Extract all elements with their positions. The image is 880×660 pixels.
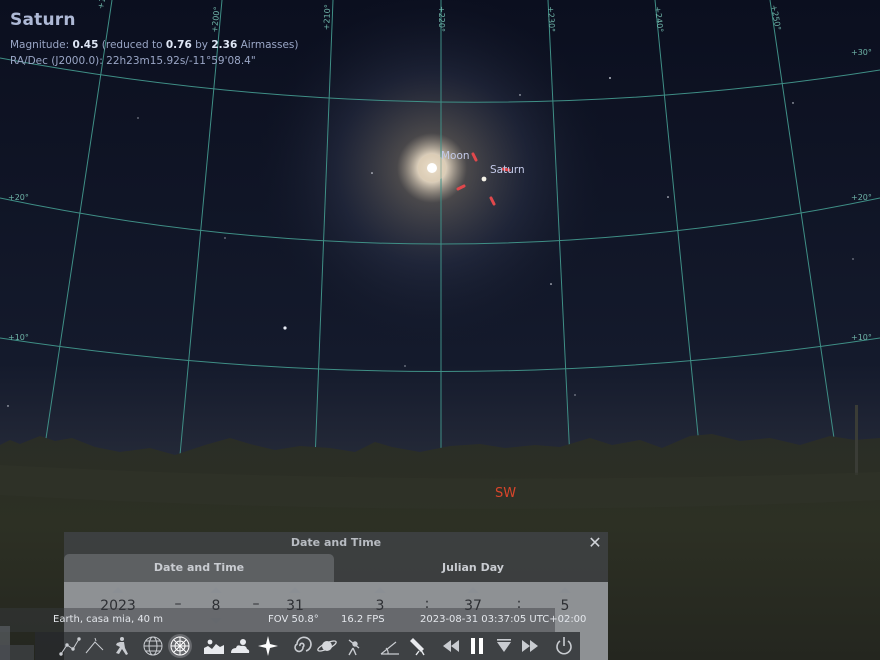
constellation-labels-icon[interactable] (83, 634, 107, 658)
status-bar: Earth, casa mia, 40 m FOV 50.8° 16.2 FPS… (0, 608, 586, 632)
star (519, 94, 521, 96)
star (224, 237, 226, 239)
bottom-toolbar (35, 632, 580, 660)
airmass-value: 2.36 (211, 39, 238, 51)
magnitude-value: 0.45 (72, 39, 99, 51)
moon-label: Moon (441, 150, 470, 162)
magnitude-label: Magnitude: (10, 39, 73, 51)
cardinal-sw: SW (495, 486, 517, 501)
fov-text: FOV 50.8° (268, 614, 319, 625)
object-info-panel: Saturn Magnitude: 0.45 (reduced to 0.76 … (10, 10, 298, 67)
grid-label-dec: +20° (851, 193, 872, 202)
landscape-pole (855, 405, 858, 475)
increment-arrow-icon[interactable] (210, 587, 222, 593)
radec-line: RA/Dec (J2000.0): 22h23m15.92s/-11°59'08… (10, 55, 256, 67)
star (404, 365, 406, 367)
equatorial-grid-icon[interactable] (141, 634, 165, 658)
increment-arrow-icon[interactable] (289, 587, 301, 593)
saturn[interactable] (481, 176, 487, 182)
magnitude-line: Magnitude: 0.45 (reduced to 0.76 by 2.36… (10, 39, 298, 51)
forward-icon[interactable] (518, 634, 542, 658)
grid-label-ra: +230° (546, 6, 557, 33)
star (550, 283, 552, 285)
realtime-icon[interactable] (492, 634, 516, 658)
constellation-lines-icon[interactable] (58, 634, 82, 658)
increment-arrow-icon[interactable] (467, 587, 479, 593)
bottom-bar-handle[interactable] (0, 645, 34, 660)
grid-label-dec: +10° (8, 333, 29, 342)
increment-arrow-icon[interactable] (559, 587, 571, 593)
cardinal-points-icon[interactable] (256, 634, 280, 658)
star (792, 102, 794, 104)
dialog-title[interactable]: Date and Time (64, 532, 608, 554)
equatorial-mount-icon[interactable] (343, 634, 367, 658)
star (852, 258, 854, 260)
fps-text: 16.2 FPS (341, 614, 385, 625)
saturn-label: Saturn (490, 164, 525, 176)
quit-icon[interactable] (552, 634, 576, 658)
star (283, 326, 287, 330)
constellation-art-icon[interactable] (108, 634, 132, 658)
grid-label-dec: +20° (8, 193, 29, 202)
star (574, 394, 576, 396)
grid-label-ra: +220° (437, 6, 446, 32)
increment-arrow-icon[interactable] (112, 587, 124, 593)
pause-icon[interactable] (465, 634, 489, 658)
star (7, 405, 9, 407)
datetime-text[interactable]: 2023-08-31 03:37:05 UTC+02:00 (420, 614, 586, 625)
reduced-value: 0.76 (165, 39, 192, 51)
star (371, 172, 373, 174)
reduced-prefix: (reduced to (98, 39, 166, 51)
planet-labels-icon[interactable] (315, 634, 339, 658)
ground-icon[interactable] (202, 634, 226, 658)
tab-julian-day[interactable]: Julian Day (338, 554, 608, 582)
night-mode-icon[interactable] (405, 634, 429, 658)
rewind-icon[interactable] (439, 634, 463, 658)
moon[interactable] (427, 163, 437, 173)
object-name: Saturn (10, 10, 76, 30)
azimuthal-grid-icon[interactable] (168, 634, 192, 658)
location-text[interactable]: Earth, casa mia, 40 m (53, 614, 163, 625)
goto-icon[interactable] (378, 634, 402, 658)
star (609, 77, 611, 79)
airmass-suffix: Airmasses) (237, 39, 299, 51)
close-icon[interactable]: ✕ (586, 533, 604, 553)
grid-label-dec: +10° (851, 333, 872, 342)
tab-date-time[interactable]: Date and Time (64, 554, 334, 582)
grid-label-dec: +30° (851, 48, 872, 57)
atmosphere-icon[interactable] (228, 634, 252, 658)
increment-arrow-icon[interactable] (374, 587, 386, 593)
by-text: by (191, 39, 212, 51)
star (137, 117, 139, 119)
star (667, 196, 669, 198)
grid-label-ra: +210° (322, 4, 333, 31)
nebulae-icon[interactable] (289, 634, 313, 658)
